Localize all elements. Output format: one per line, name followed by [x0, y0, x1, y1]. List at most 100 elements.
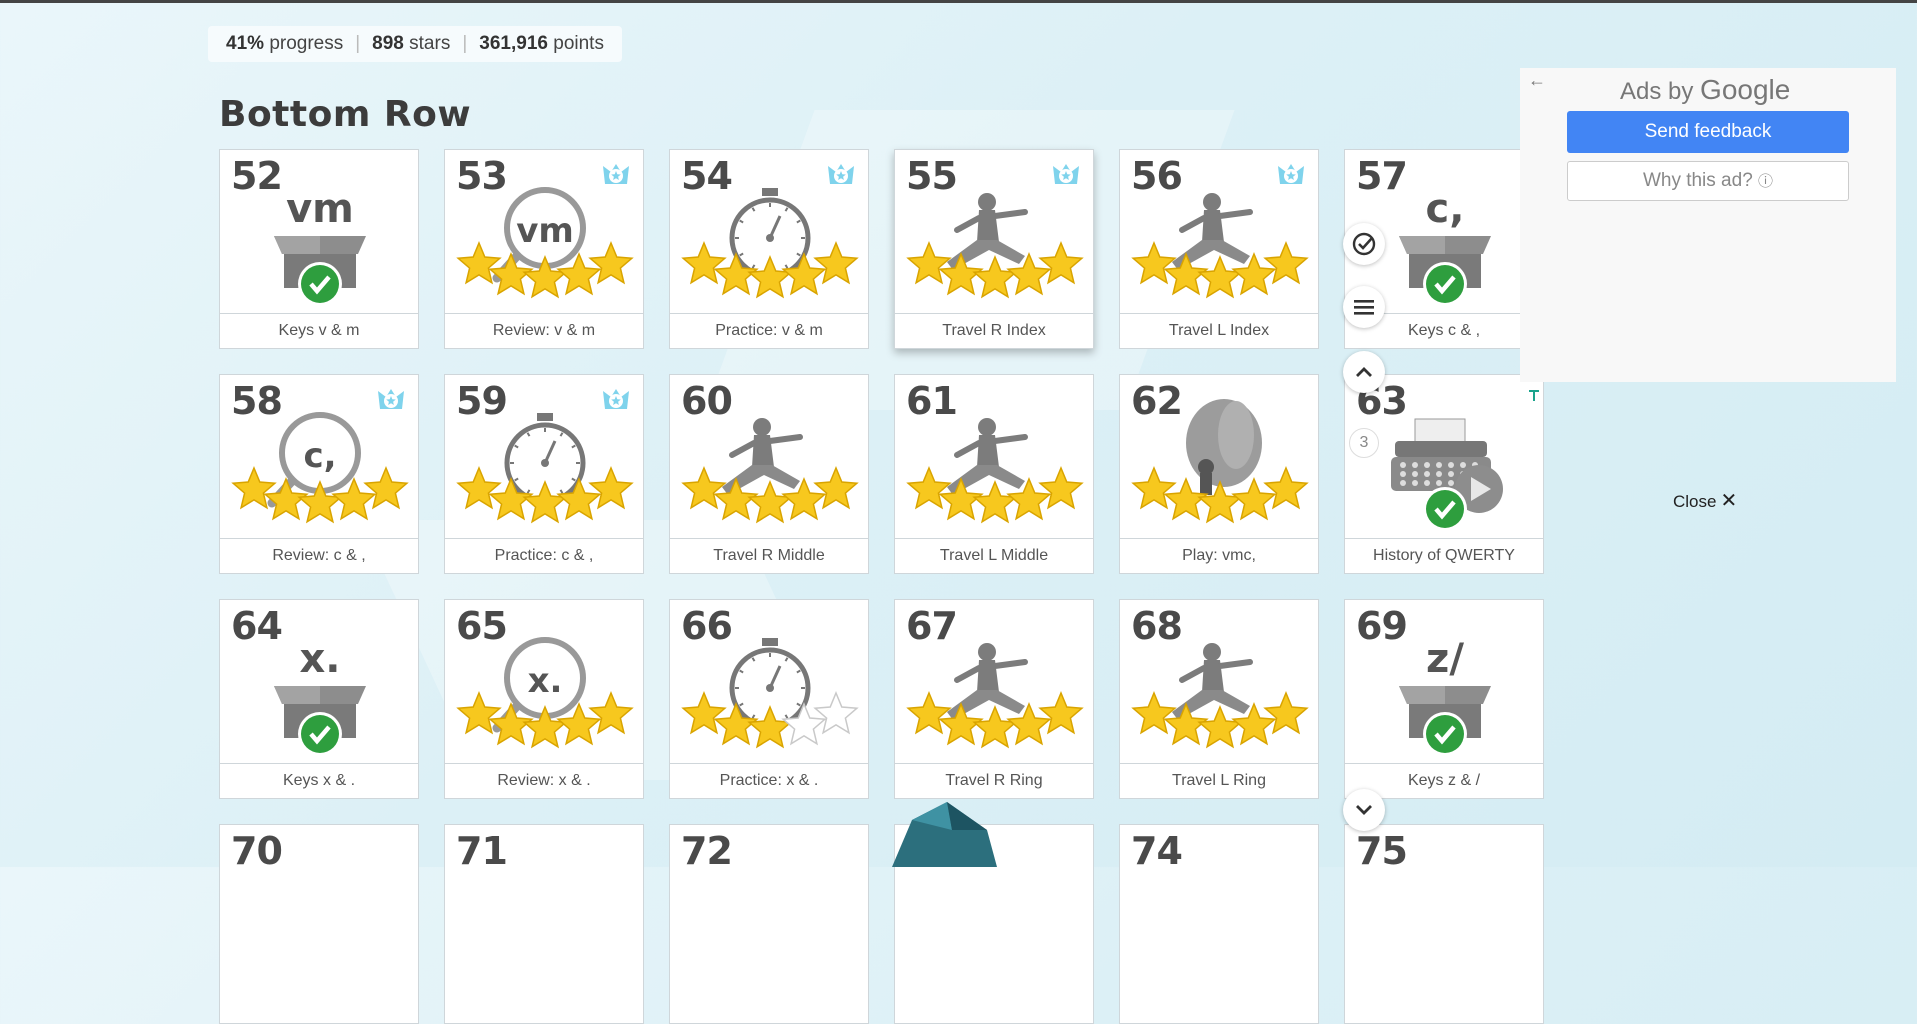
close-icon: ✕: [1720, 490, 1738, 512]
lesson-caption: Practice: v & m: [670, 313, 868, 348]
star-filled-icon: [588, 691, 634, 735]
lesson-card-75[interactable]: 75: [1344, 824, 1544, 1024]
scroll-down-button[interactable]: [1343, 789, 1385, 831]
lesson-caption: Travel R Index: [895, 313, 1093, 348]
why-this-ad-label: Why this ad?: [1642, 170, 1753, 191]
star-empty-icon: [813, 691, 859, 735]
lesson-card-53[interactable]: vm 53 Review: v & m: [444, 149, 644, 349]
lesson-card-66[interactable]: 66 Practice: x & .: [669, 599, 869, 799]
lesson-number: 68: [1131, 604, 1183, 648]
star-filled-icon: [681, 691, 727, 735]
info-icon: ⓘ: [1758, 173, 1774, 190]
lesson-card-61[interactable]: 61 Travel L Middle: [894, 374, 1094, 574]
star-filled-icon: [1263, 466, 1309, 510]
lesson-card-54[interactable]: 54 Practice: v & m: [669, 149, 869, 349]
check-circle-button[interactable]: [1343, 223, 1385, 265]
top-border: [0, 0, 1917, 3]
checkmark-icon: [298, 712, 342, 756]
ads-by-google-label: Ads by Google: [1620, 74, 1790, 106]
key-letters: z/: [1426, 636, 1464, 682]
star-filled-icon: [747, 480, 793, 524]
star-filled-icon: [1131, 241, 1177, 285]
star-filled-icon: [588, 466, 634, 510]
star-filled-icon: [456, 466, 502, 510]
menu-icon: [1354, 300, 1374, 315]
star-filled-icon: [1131, 691, 1177, 735]
chevron-down-icon: [1356, 805, 1372, 815]
check-circle-icon: [1352, 232, 1376, 256]
key-letters: x.: [528, 661, 563, 701]
back-arrow-icon[interactable]: ←: [1528, 70, 1546, 91]
lesson-card-56[interactable]: 56 Travel L Index: [1119, 149, 1319, 349]
key-letters: c,: [1426, 186, 1465, 232]
lesson-number: 52: [231, 154, 283, 198]
lesson-card-58[interactable]: c, 58 Review: c & ,: [219, 374, 419, 574]
star-filled-icon: [1131, 466, 1177, 510]
lesson-number: 70: [231, 829, 283, 873]
lesson-card-68[interactable]: 68 Travel L Ring: [1119, 599, 1319, 799]
lesson-card-69[interactable]: z/69 Keys z & /: [1344, 599, 1544, 799]
chevron-up-icon: [1356, 367, 1372, 377]
star-filled-icon: [1038, 691, 1084, 735]
lesson-number: 54: [681, 154, 733, 198]
star-filled-icon: [1197, 255, 1243, 299]
lesson-card-64[interactable]: x. 64 Keys x & .: [219, 599, 419, 799]
stars-value: 898: [372, 33, 404, 54]
lesson-card-71[interactable]: 71: [444, 824, 644, 1024]
lesson-number: 65: [456, 604, 508, 648]
star-filled-icon: [1197, 705, 1243, 749]
lesson-caption: Play: vmc,: [1120, 538, 1318, 573]
key-letters: vm: [286, 186, 354, 232]
lesson-card-59[interactable]: 59 Practice: c & ,: [444, 374, 644, 574]
lesson-caption: Review: x & .: [445, 763, 643, 798]
lesson-number: 64: [231, 604, 283, 648]
star-filled-icon: [972, 255, 1018, 299]
lesson-number: 66: [681, 604, 733, 648]
progress-value: 41%: [226, 33, 265, 54]
lesson-number: 58: [231, 379, 283, 423]
lesson-card-72[interactable]: 72: [669, 824, 869, 1024]
section-title: Bottom Row: [219, 94, 472, 135]
adchoices-icon[interactable]: [1527, 389, 1541, 403]
lesson-caption: Travel L Index: [1120, 313, 1318, 348]
lesson-number: 55: [906, 154, 958, 198]
lesson-card-52[interactable]: vm 52 Keys v & m: [219, 149, 419, 349]
star-filled-icon: [681, 241, 727, 285]
star-filled-icon: [813, 241, 859, 285]
menu-button[interactable]: [1343, 286, 1385, 328]
lesson-card-67[interactable]: 67 Travel R Ring: [894, 599, 1094, 799]
lesson-caption: Practice: x & .: [670, 763, 868, 798]
lesson-caption: Review: v & m: [445, 313, 643, 348]
lesson-card-60[interactable]: 60 Travel R Middle: [669, 374, 869, 574]
lesson-card-62[interactable]: 62 Play: vmc,: [1119, 374, 1319, 574]
star-filled-icon: [906, 466, 952, 510]
lesson-card-74[interactable]: 74: [1119, 824, 1319, 1024]
lesson-number: 59: [456, 379, 508, 423]
lesson-number: 72: [681, 829, 733, 873]
google-logo-text: Google: [1700, 74, 1791, 105]
star-filled-icon: [681, 466, 727, 510]
star-filled-icon: [906, 241, 952, 285]
lesson-card-70[interactable]: 70: [219, 824, 419, 1024]
lesson-number: 57: [1356, 154, 1408, 198]
why-this-ad-button[interactable]: Why this ad? ⓘ: [1567, 161, 1849, 201]
balloon-icon: [1186, 399, 1262, 495]
divider: |: [355, 33, 361, 54]
lesson-caption: Travel R Middle: [670, 538, 868, 573]
ad-panel: ← Ads by Google Send feedback Why this a…: [1520, 68, 1896, 382]
lesson-caption: Keys v & m: [220, 313, 418, 348]
checkmark-icon: [1423, 262, 1467, 306]
lesson-card-55[interactable]: 55 Travel R Index: [894, 149, 1094, 349]
ads-by-text: Ads by: [1620, 78, 1694, 105]
points-value: 361,916: [479, 33, 548, 54]
lesson-card-63[interactable]: 63 History of QWERTY: [1344, 374, 1544, 574]
checkmark-icon: [1423, 712, 1467, 756]
lesson-card-65[interactable]: x. 65 Review: x & .: [444, 599, 644, 799]
close-ad-button[interactable]: Close ✕: [1673, 488, 1737, 513]
scroll-up-button[interactable]: [1343, 351, 1385, 393]
star-filled-icon: [813, 466, 859, 510]
progress-label: progress: [269, 33, 344, 54]
close-ad-label: Close: [1673, 492, 1717, 511]
send-feedback-button[interactable]: Send feedback: [1567, 111, 1849, 153]
lesson-caption: Travel L Middle: [895, 538, 1093, 573]
